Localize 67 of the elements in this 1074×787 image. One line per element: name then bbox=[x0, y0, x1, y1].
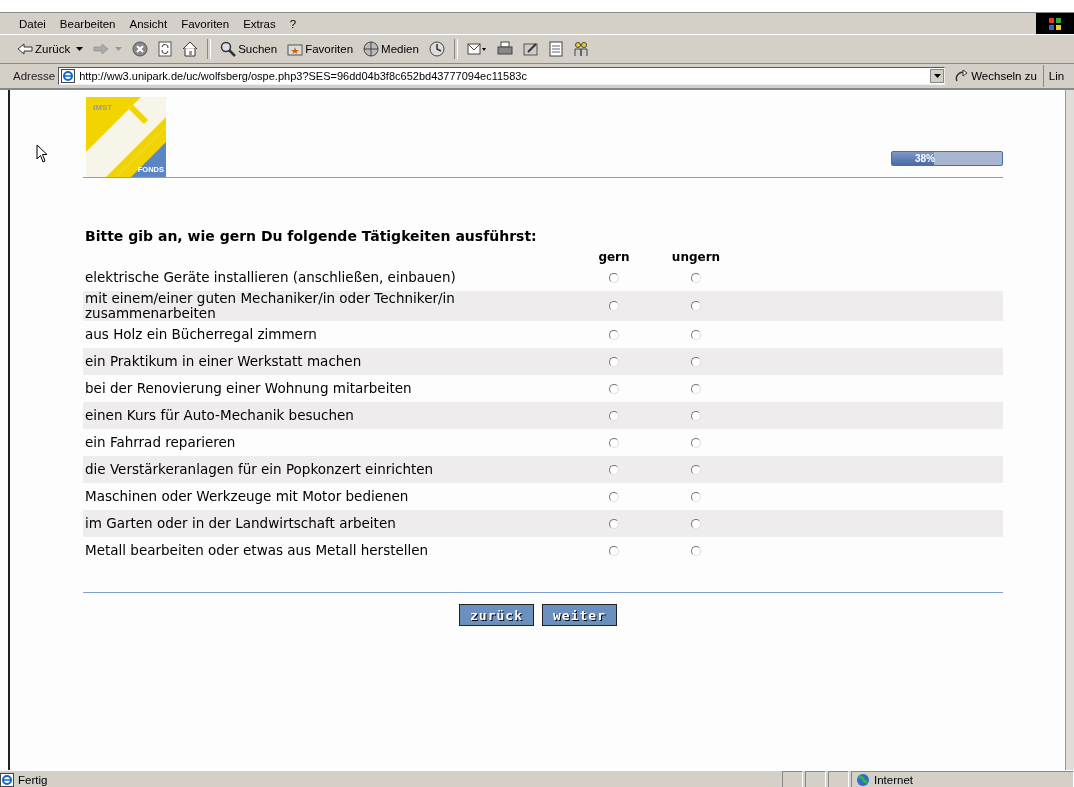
radio-button[interactable] bbox=[691, 329, 701, 340]
favorites-button[interactable]: Favoriten bbox=[284, 41, 357, 57]
zone-text: Internet bbox=[874, 773, 913, 786]
radio-button[interactable] bbox=[691, 383, 701, 394]
item-text: ein Fahrrad reparieren bbox=[85, 434, 236, 450]
radio-button[interactable] bbox=[609, 301, 619, 311]
radio-button[interactable] bbox=[609, 356, 619, 367]
item-text: die Verstärkeranlagen für ein Popkonzert einrichten bbox=[85, 461, 434, 477]
status-text: Fertig bbox=[18, 773, 48, 786]
item-text: ein Praktikum in einer Werkstatt machen bbox=[85, 353, 362, 369]
radio-button[interactable] bbox=[691, 491, 701, 502]
progress-reading: 38% bbox=[914, 152, 935, 165]
address-label: Adresse bbox=[12, 70, 57, 82]
radio-button[interactable] bbox=[691, 410, 701, 421]
menu-item[interactable]: Favoriten bbox=[174, 17, 237, 30]
item-text: im Garten oder in der Landwirtschaft arbeiten bbox=[85, 515, 396, 531]
page-icon bbox=[61, 69, 76, 83]
search-icon bbox=[220, 41, 237, 57]
radio-button[interactable] bbox=[609, 272, 619, 283]
radio-button[interactable] bbox=[609, 383, 619, 394]
caret-icon[interactable] bbox=[76, 47, 84, 51]
radio-button[interactable] bbox=[691, 464, 701, 475]
item-text: bei der Renovierung einer Wohnung mitarbeiten bbox=[85, 380, 412, 396]
back-button[interactable]: Zurück bbox=[14, 41, 87, 57]
scrollbar[interactable] bbox=[1065, 90, 1074, 770]
globe-icon bbox=[363, 41, 380, 57]
item-text: Maschinen oder Werkzeuge mit Motor bedienen bbox=[85, 488, 409, 504]
radio-button[interactable] bbox=[609, 329, 619, 340]
menu-item[interactable]: Datei bbox=[12, 17, 53, 30]
column-header: ungern bbox=[671, 250, 721, 264]
arrow-left-icon bbox=[17, 42, 33, 56]
radio-button[interactable] bbox=[691, 437, 701, 448]
mouse-cursor-icon bbox=[36, 144, 48, 163]
status-panel bbox=[782, 771, 803, 787]
windows-logo-icon bbox=[1036, 13, 1074, 34]
radio-button[interactable] bbox=[609, 545, 619, 556]
item-text: einen Kurs für Auto-Mechanik besuchen bbox=[85, 407, 354, 423]
radio-button[interactable] bbox=[691, 301, 701, 311]
question-text: Bitte gib an, wie gern Du folgende Tätigkeiten ausführst: bbox=[85, 228, 538, 246]
radio-button[interactable] bbox=[609, 464, 619, 475]
menu-item[interactable]: Bearbeiten bbox=[52, 17, 123, 30]
radio-button[interactable] bbox=[691, 356, 701, 367]
column-header: gern bbox=[598, 250, 630, 264]
globe-icon bbox=[856, 772, 870, 787]
menu-item[interactable]: Extras bbox=[236, 17, 283, 30]
menu-item[interactable]: Ansicht bbox=[122, 17, 175, 30]
item-text: mit einem/einer guten Mechaniker/in oder Techniker/in zusammenarbeiten bbox=[85, 290, 455, 321]
arrow-right-icon bbox=[93, 42, 110, 56]
radio-button[interactable] bbox=[609, 491, 619, 502]
radio-button[interactable] bbox=[609, 518, 619, 529]
item-text: aus Holz ein Bücherregal zimmern bbox=[85, 326, 317, 342]
item-text: Metall bearbeiten oder etwas aus Metall herstellen bbox=[85, 542, 429, 558]
radio-button[interactable] bbox=[691, 518, 701, 529]
search-button[interactable]: Suchen bbox=[217, 40, 281, 58]
status-panel bbox=[805, 771, 826, 787]
status-panel bbox=[828, 771, 849, 787]
radio-button[interactable] bbox=[609, 410, 619, 421]
item-text: elektrische Geräte installieren (anschließen, einbauen) bbox=[85, 269, 456, 285]
radio-button[interactable] bbox=[691, 272, 701, 283]
address-field[interactable]: http://ww3.unipark.de/uc/wolfsberg/ospe.php3?SES=96dd04b3f8c652bd43777094ec11583c bbox=[58, 67, 946, 85]
curved-arrow-icon bbox=[955, 69, 970, 83]
go-button[interactable]: Wechseln zu bbox=[945, 65, 1044, 87]
media-button[interactable]: Medien bbox=[360, 40, 422, 58]
radio-button[interactable] bbox=[609, 437, 619, 448]
menu-item[interactable]: ? bbox=[282, 17, 304, 30]
radio-button[interactable] bbox=[691, 545, 701, 556]
links-button[interactable]: Lin bbox=[1043, 70, 1065, 82]
